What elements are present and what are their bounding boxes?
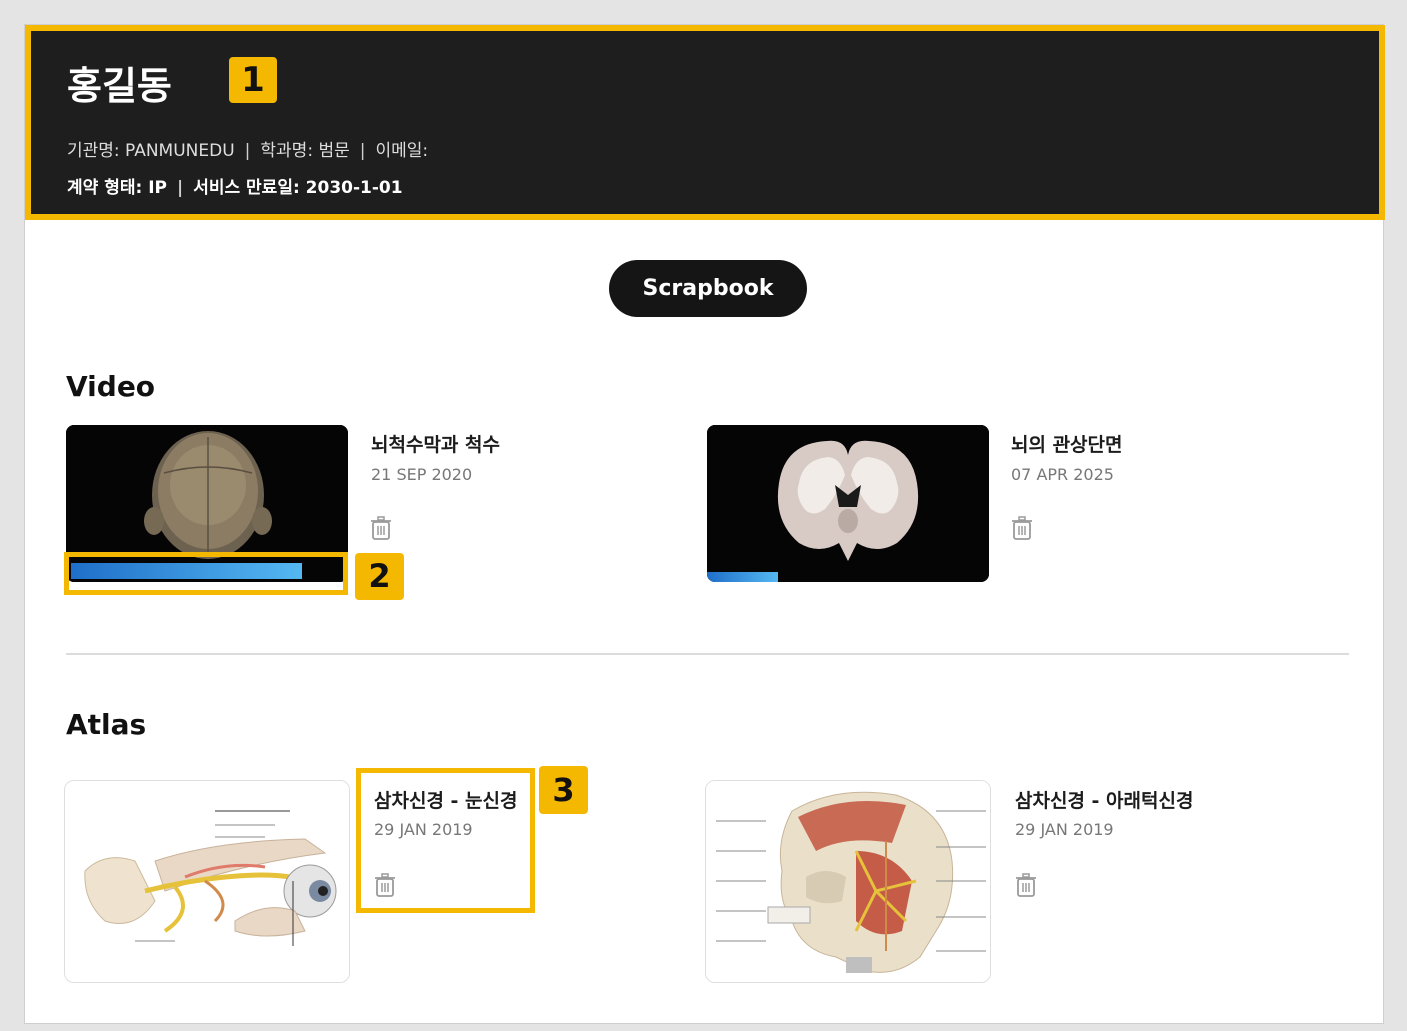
- atlas-thumbnail-1[interactable]: [64, 780, 350, 983]
- contract-info: 계약 형태: IP: [67, 178, 167, 198]
- video-date-2: 07 APR 2025: [1011, 465, 1114, 484]
- video-progress-track-2: [707, 572, 989, 582]
- mandibular-nerve-illustration: [706, 781, 990, 982]
- trash-icon[interactable]: [370, 516, 392, 540]
- video-date-1: 21 SEP 2020: [371, 465, 473, 484]
- profile-meta-row-2: 계약 형태: IP | 서비스 만료일: 2030-1-01: [67, 173, 403, 198]
- video-title-1[interactable]: 뇌척수막과 척수: [371, 430, 500, 457]
- trash-icon[interactable]: [1015, 873, 1037, 897]
- trash-icon[interactable]: [1011, 516, 1033, 540]
- atlas-title-2[interactable]: 삼차신경 - 아래턱신경: [1015, 786, 1193, 813]
- video-thumbnail-2[interactable]: [707, 425, 989, 582]
- atlas-section-title: Atlas: [66, 708, 147, 741]
- profile-meta-row-1: 기관명: PANMUNEDU | 학과명: 범문 | 이메일:: [67, 136, 428, 161]
- callout-badge-2: 2: [355, 553, 404, 600]
- user-name: 홍길동: [67, 64, 172, 108]
- meta-separator: |: [359, 141, 366, 161]
- atlas-date-2: 29 JAN 2019: [1015, 820, 1114, 839]
- meta-separator: |: [244, 141, 251, 161]
- scrapbook-tab-button[interactable]: Scrapbook: [609, 260, 807, 317]
- callout-badge-1: 1: [229, 57, 277, 103]
- callout-badge-3: 3: [539, 766, 588, 814]
- video-title-2[interactable]: 뇌의 관상단면: [1011, 430, 1123, 457]
- video-section-title: Video: [66, 370, 156, 403]
- video-progress-fill-2: [707, 572, 778, 582]
- department-info: 학과명: 범문: [260, 141, 350, 161]
- institution-info: 기관명: PANMUNEDU: [67, 141, 235, 161]
- scrapbook-page: 홍길동 1 기관명: PANMUNEDU | 학과명: 범문 | 이메일: 계약 형태:…: [24, 24, 1385, 1024]
- atlas-date-1: 29 JAN 2019: [374, 820, 473, 839]
- email-info: 이메일:: [375, 141, 429, 161]
- trash-icon[interactable]: [374, 873, 396, 897]
- section-divider: [66, 653, 1349, 655]
- atlas-title-1[interactable]: 삼차신경 - 눈신경: [374, 786, 517, 813]
- meta-separator: |: [176, 178, 184, 198]
- expiry-info: 서비스 만료일: 2030-1-01: [193, 178, 403, 198]
- atlas-thumbnail-2[interactable]: [705, 780, 991, 983]
- progress-highlight-box: [64, 552, 348, 595]
- brain-coronal-image: [707, 425, 989, 582]
- profile-header: 홍길동 1 기관명: PANMUNEDU | 학과명: 범문 | 이메일: 계약 형태:…: [25, 25, 1385, 220]
- ophthalmic-nerve-illustration: [65, 781, 349, 982]
